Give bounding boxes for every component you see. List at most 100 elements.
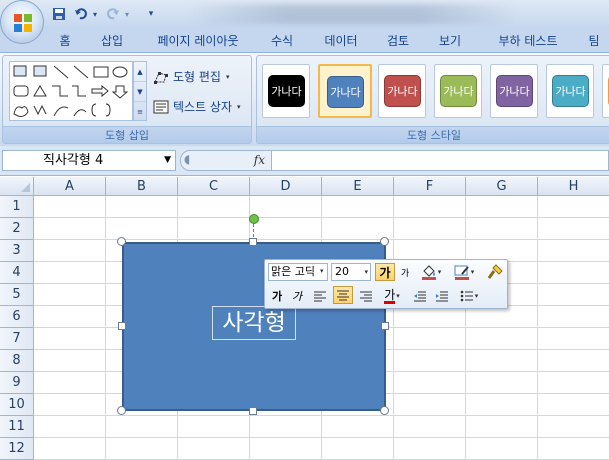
align-left-button[interactable] bbox=[311, 287, 329, 305]
align-left-icon bbox=[314, 291, 326, 302]
gallery-more-icon[interactable]: ≡ bbox=[134, 102, 146, 122]
row-header[interactable]: 9 bbox=[0, 372, 34, 394]
undo-dropdown-icon[interactable]: ▾ bbox=[90, 5, 100, 23]
column-header[interactable]: A bbox=[34, 177, 106, 196]
redo-icon[interactable] bbox=[104, 5, 122, 23]
tab-formulas[interactable]: 수식 bbox=[264, 31, 300, 51]
row-header[interactable]: 1 bbox=[0, 196, 34, 218]
fill-color-button[interactable]: ▾ bbox=[417, 263, 445, 281]
resize-handle-top-right[interactable] bbox=[380, 237, 389, 246]
align-center-button[interactable] bbox=[333, 286, 353, 304]
row-header[interactable]: 12 bbox=[0, 438, 34, 460]
row-header[interactable]: 11 bbox=[0, 416, 34, 438]
resize-handle-bottom-right[interactable] bbox=[380, 406, 389, 415]
shrink-font-button[interactable]: 가 bbox=[397, 263, 413, 281]
row-header[interactable]: 7 bbox=[0, 328, 34, 350]
font-size-dropdown-icon[interactable]: ▾ bbox=[364, 264, 368, 280]
shape-style-thumb-selected[interactable]: 가나다 bbox=[318, 64, 372, 118]
name-box-dropdown-icon[interactable]: ▼ bbox=[164, 151, 171, 170]
ribbon: ▲ ▼ ≡ 도형 편집 ▾ 텍스트 상자 ▾ 도형 삽입 가나다 가나다 가나다… bbox=[0, 52, 609, 146]
shape-style-sample: 가나다 bbox=[384, 75, 421, 107]
shape-style-thumb[interactable]: 가나다 bbox=[490, 64, 538, 118]
shape-style-thumb[interactable]: 가나다 bbox=[378, 64, 426, 118]
column-header[interactable]: D bbox=[250, 177, 322, 196]
font-color-button[interactable]: 가 ▾ bbox=[379, 287, 405, 305]
formula-bar-handle-icon[interactable]: ◖ bbox=[184, 152, 190, 166]
row-header[interactable]: 8 bbox=[0, 350, 34, 372]
tab-view[interactable]: 보기 bbox=[432, 31, 468, 51]
tab-home[interactable]: 홈 bbox=[50, 31, 80, 51]
increase-indent-button[interactable] bbox=[433, 287, 451, 305]
text-box-button[interactable]: 텍스트 상자 ▾ bbox=[153, 96, 241, 118]
save-icon[interactable] bbox=[50, 5, 68, 23]
redo-dropdown-icon[interactable]: ▾ bbox=[122, 5, 132, 23]
undo-icon[interactable] bbox=[72, 5, 90, 23]
font-size-box[interactable]: 20 ▾ bbox=[331, 263, 371, 281]
font-name-dropdown-icon[interactable]: ▾ bbox=[320, 267, 324, 275]
column-header[interactable]: G bbox=[466, 177, 538, 196]
shape-style-sample: 가나다 bbox=[496, 75, 533, 107]
tab-insert[interactable]: 삽입 bbox=[94, 31, 130, 51]
pen-icon bbox=[454, 265, 469, 280]
shape-styles-group-label: 도형 스타일 bbox=[257, 126, 609, 143]
bold-button[interactable]: 가 bbox=[269, 287, 285, 305]
insert-shapes-group-label: 도형 삽입 bbox=[3, 126, 251, 143]
increase-indent-icon bbox=[436, 291, 448, 302]
row-header[interactable]: 10 bbox=[0, 394, 34, 416]
resize-handle-bottom-left[interactable] bbox=[117, 406, 126, 415]
resize-handle-top[interactable] bbox=[249, 238, 257, 246]
format-painter-button[interactable] bbox=[485, 263, 505, 281]
gallery-down-icon[interactable]: ▼ bbox=[134, 82, 146, 102]
column-header[interactable]: B bbox=[106, 177, 178, 196]
grid-line bbox=[34, 217, 609, 218]
select-all-button[interactable] bbox=[0, 177, 34, 196]
row-header[interactable]: 5 bbox=[0, 284, 34, 306]
grid-line bbox=[105, 196, 106, 460]
shape-text[interactable]: 사각형 bbox=[212, 306, 296, 340]
customize-qat-icon[interactable]: ▾ bbox=[144, 5, 158, 23]
tab-data[interactable]: 데이터 bbox=[316, 31, 366, 51]
shape-style-thumb[interactable]: 가나다 bbox=[546, 64, 594, 118]
formula-input[interactable] bbox=[272, 150, 609, 171]
column-header[interactable]: C bbox=[178, 177, 250, 196]
grow-font-button[interactable]: 가 bbox=[375, 263, 395, 281]
shape-styles-group: 가나다 가나다 가나다 가나다 가나다 가나다 도형 스타일 bbox=[256, 55, 609, 144]
shape-style-thumb[interactable]: 가나다 bbox=[262, 64, 310, 118]
italic-button[interactable]: 가 bbox=[289, 287, 305, 305]
edit-shape-button[interactable]: 도형 편집 ▾ bbox=[153, 66, 230, 88]
bullets-button[interactable]: ▾ bbox=[455, 287, 483, 305]
tab-load-test[interactable]: 부하 테스트 bbox=[484, 31, 572, 51]
shape-gallery[interactable] bbox=[9, 61, 133, 121]
gallery-up-icon[interactable]: ▲ bbox=[134, 62, 146, 82]
row-header[interactable]: 6 bbox=[0, 306, 34, 328]
shape-gallery-scroll[interactable]: ▲ ▼ ≡ bbox=[133, 61, 147, 121]
font-size-value: 20 bbox=[335, 265, 349, 278]
tab-team[interactable]: 팀 bbox=[582, 31, 606, 51]
column-header[interactable]: E bbox=[322, 177, 394, 196]
font-color-glyph: 가 bbox=[384, 287, 396, 304]
tab-page-layout[interactable]: 페이지 레이아웃 bbox=[146, 31, 250, 51]
font-name-box[interactable]: 맑은 고딕 bbox=[268, 263, 328, 281]
rotation-handle[interactable] bbox=[249, 214, 259, 224]
shape-style-thumb[interactable]: 가나다 bbox=[434, 64, 482, 118]
row-header[interactable]: 4 bbox=[0, 262, 34, 284]
line-color-button[interactable]: ▾ bbox=[449, 263, 479, 281]
insert-function-button[interactable]: fx bbox=[254, 153, 265, 167]
resize-handle-right[interactable] bbox=[381, 322, 389, 330]
shape-style-thumb-partial[interactable] bbox=[602, 64, 609, 118]
resize-handle-left[interactable] bbox=[118, 322, 126, 330]
column-header[interactable]: H bbox=[538, 177, 609, 196]
shape-style-sample: 가나다 bbox=[440, 75, 477, 107]
tab-review[interactable]: 검토 bbox=[380, 31, 416, 51]
row-header[interactable]: 2 bbox=[0, 218, 34, 240]
decrease-indent-button[interactable] bbox=[411, 287, 429, 305]
decrease-indent-icon bbox=[414, 291, 426, 302]
align-right-button[interactable] bbox=[357, 287, 375, 305]
resize-handle-bottom[interactable] bbox=[249, 407, 257, 415]
column-header[interactable]: F bbox=[394, 177, 466, 196]
office-button[interactable] bbox=[0, 0, 44, 44]
row-header[interactable]: 3 bbox=[0, 240, 34, 262]
name-box[interactable]: 직사각형 4 ▼ bbox=[2, 150, 176, 171]
resize-handle-top-left[interactable] bbox=[117, 237, 126, 246]
worksheet-grid[interactable]: A B C D E F G H 1 2 3 4 5 6 7 8 9 10 11 … bbox=[0, 177, 609, 460]
